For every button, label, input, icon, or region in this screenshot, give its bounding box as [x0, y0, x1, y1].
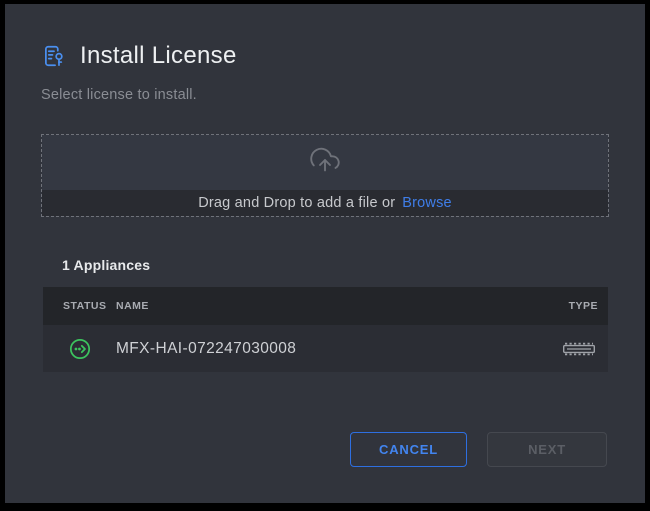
dropzone-icon-area [42, 135, 608, 190]
dropzone-prompt: Drag and Drop to add a file or [198, 195, 395, 211]
column-header-status: STATUS [63, 300, 116, 312]
dropzone-prompt-strip: Drag and Drop to add a file or Browse [42, 190, 608, 216]
table-header-row: STATUS NAME TYPE [43, 287, 608, 325]
appliance-name: MFX-HAI-072247030008 [116, 340, 562, 358]
next-button[interactable]: NEXT [487, 432, 607, 467]
license-key-document-icon [41, 43, 67, 69]
dialog-header: Install License [41, 42, 645, 70]
appliances-table: STATUS NAME TYPE MFX-HAI-072247030008 [43, 287, 608, 372]
dialog-title: Install License [80, 42, 237, 70]
column-header-type: TYPE [569, 300, 598, 312]
cancel-button[interactable]: CANCEL [350, 432, 467, 467]
appliances-count-label: 1 Appliances [62, 257, 645, 273]
file-dropzone[interactable]: Drag and Drop to add a file or Browse [41, 134, 609, 217]
hardware-appliance-icon [562, 342, 596, 356]
connected-status-icon [69, 338, 91, 360]
install-license-dialog: Install License Select license to instal… [5, 4, 645, 503]
cloud-upload-icon [310, 145, 340, 180]
dialog-footer: CANCEL NEXT [350, 432, 607, 467]
column-header-name: NAME [116, 300, 569, 312]
dialog-subtitle: Select license to install. [41, 87, 645, 103]
table-row[interactable]: MFX-HAI-072247030008 [43, 325, 608, 372]
browse-link[interactable]: Browse [402, 195, 452, 211]
